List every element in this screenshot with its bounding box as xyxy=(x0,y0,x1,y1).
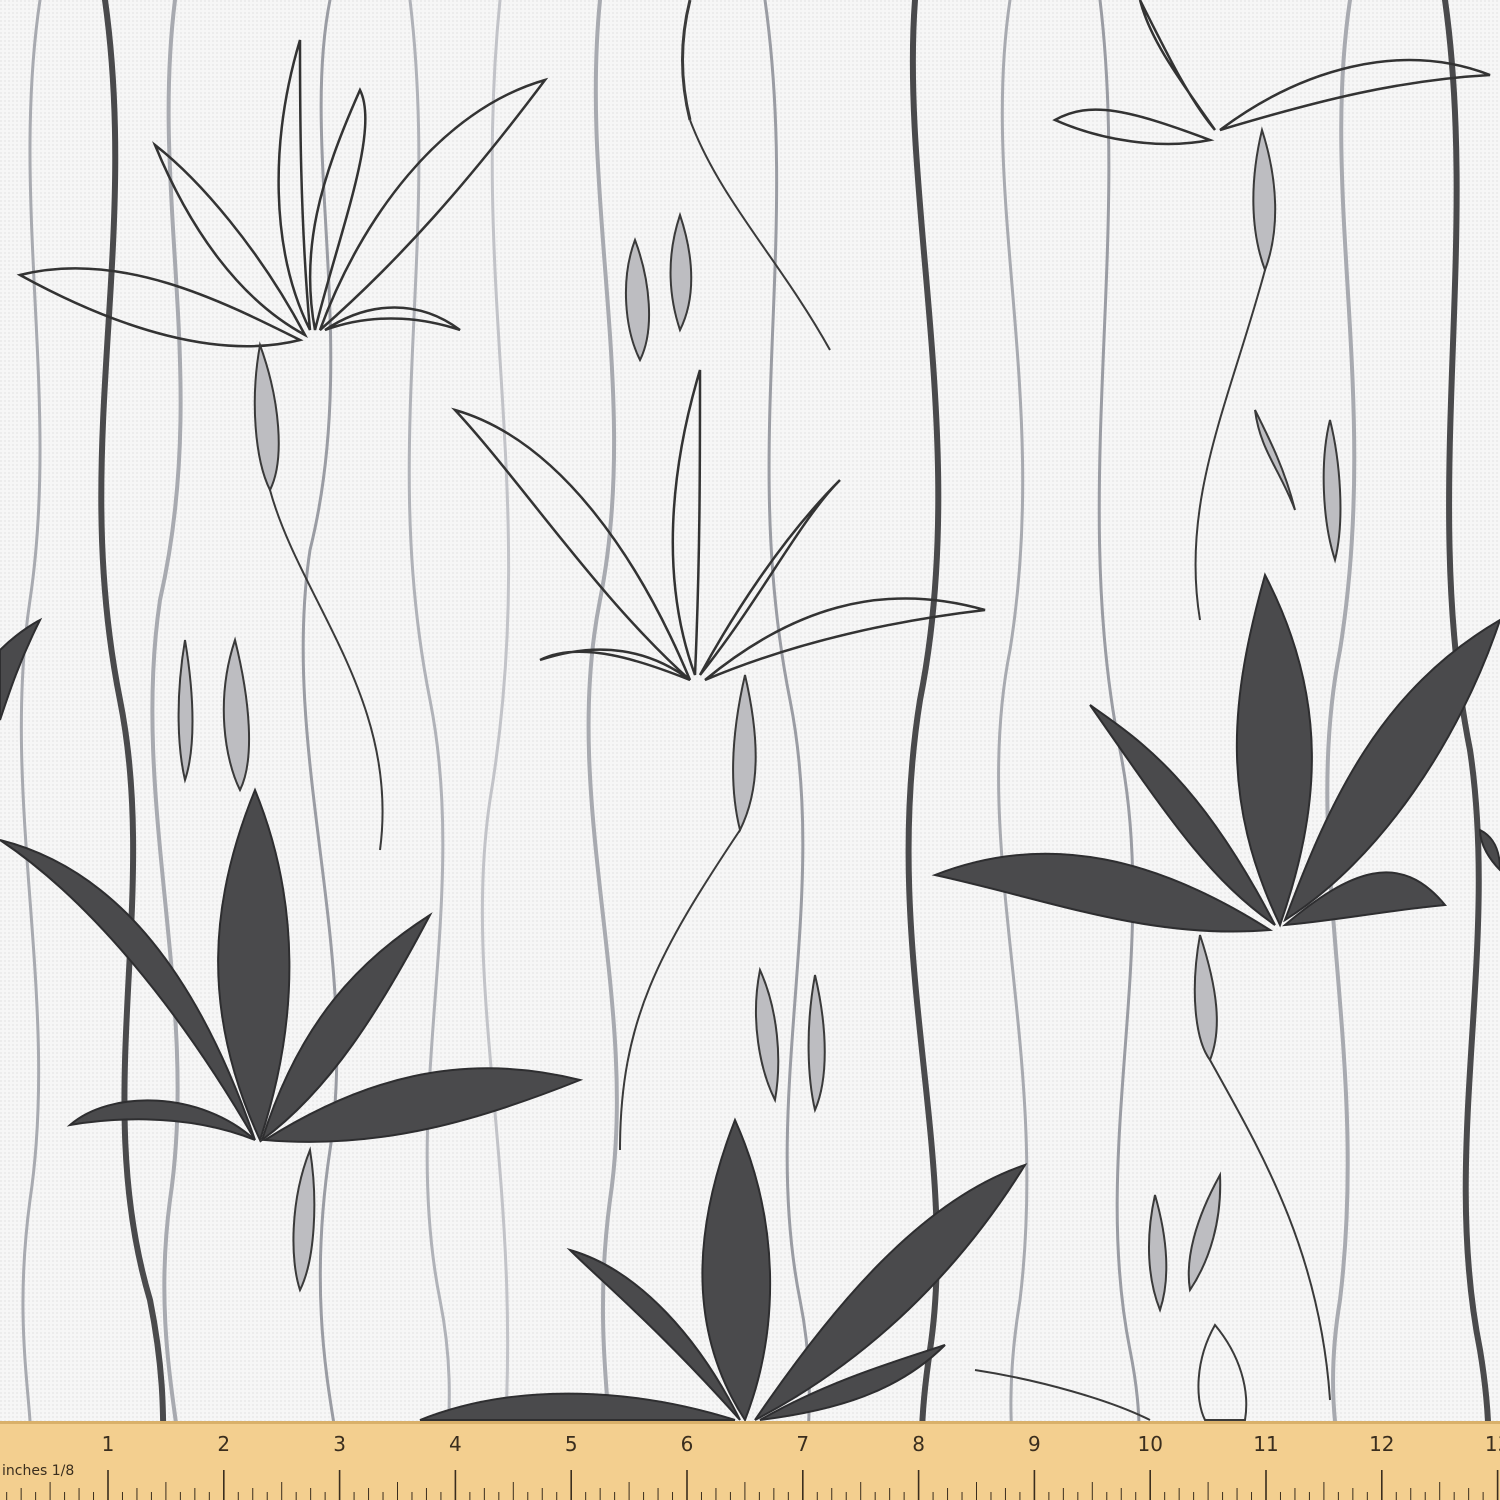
ruler-number: 11 xyxy=(1253,1432,1278,1456)
ruler-unit-label: inches 1/8 xyxy=(2,1463,74,1479)
ruler-number: 4 xyxy=(449,1432,462,1456)
ruler-number: 10 xyxy=(1137,1432,1162,1456)
ruler-number: 6 xyxy=(681,1432,694,1456)
ruler-number: 8 xyxy=(912,1432,925,1456)
ruler-edge xyxy=(0,1421,1500,1424)
ruler-number: 2 xyxy=(217,1432,230,1456)
ruler-number: 13 xyxy=(1485,1432,1500,1456)
ruler-number: 1 xyxy=(102,1432,115,1456)
ruler-number: 7 xyxy=(796,1432,809,1456)
ruler-number: 5 xyxy=(565,1432,578,1456)
fabric-pattern xyxy=(0,0,1500,1500)
ruler-number: 9 xyxy=(1028,1432,1041,1456)
ruler-number: 12 xyxy=(1369,1432,1394,1456)
measuring-ruler: 12345678910111213 inches 1/8 xyxy=(0,1421,1500,1500)
ruler-number: 3 xyxy=(333,1432,346,1456)
